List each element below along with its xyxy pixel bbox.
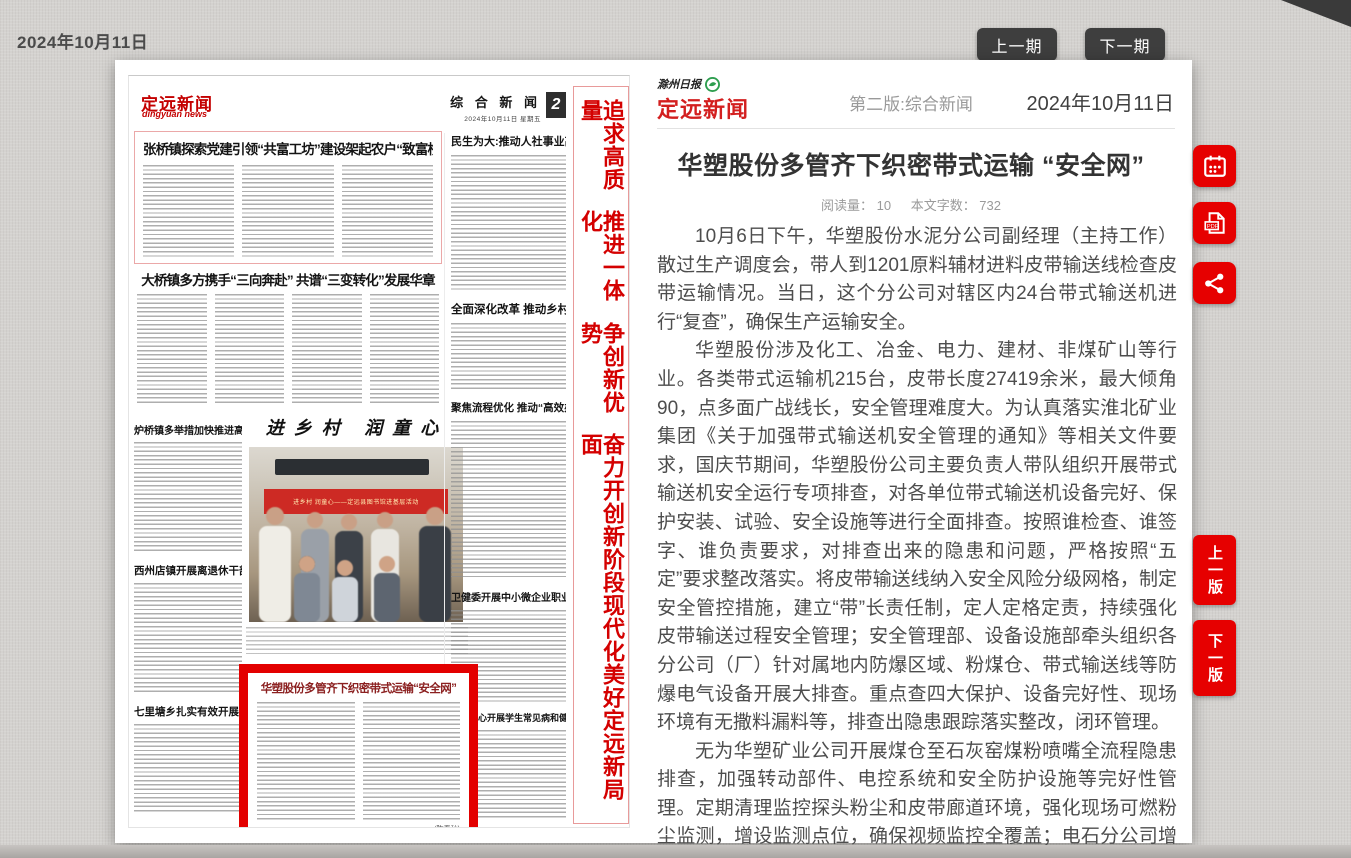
article-paragraph: 10月6日下午，华塑股份水泥分公司副经理（主持工作）散过生产调度会，带人到120… [657,223,1177,337]
people-group-illustration [249,502,463,622]
body-text-placeholder [451,323,566,389]
article-body: 10月6日下午，华塑股份水泥分公司副经理（主持工作）散过生产调度会，带人到120… [657,223,1177,858]
body-text-placeholder [451,421,566,579]
newspaper-headline: 聚焦流程优化 推动“高效办成一件事” [451,400,566,415]
article-paragraph: 无为华塑矿业公司开展煤仓至石灰窑煤粉喷嘴全流程隐患排查，加强转动部件、电控系统和… [657,738,1177,858]
newspaper-left-column: 炉桥镇多举措加快推进高标准农田建设 西州店镇开展离退休干部走访活动 七里塘乡扎实… [134,422,242,814]
slogan-part: 争创新优势 [579,322,623,433]
newspaper-section-date: 2024年10月11日 星期五 [429,113,541,123]
body-text-placeholder [215,294,285,406]
newspaper-headline: 卫健委开展中小微企业职业健康帮扶行动 [451,589,566,604]
next-issue-button[interactable]: 下一期 [1085,28,1165,61]
highlighted-article-box[interactable]: 华塑股份多管齐下织密带式运输“安全网” (陈春秋) [239,664,478,828]
prev-issue-button[interactable]: 上一期 [977,28,1057,61]
body-text-placeholder [363,702,461,820]
body-text-placeholder [342,165,433,257]
newspaper-article-columns [137,294,439,406]
slogan-part: 奋力开创新阶段现代化美好定远新局面 [579,433,623,811]
newspaper-headline: 炉桥镇多举措加快推进高标准农田建设 [134,422,242,437]
newspaper-headline: 全面深化改革 推动乡村振兴 [451,301,566,317]
vertical-slogan-strip: 追求高质量 推进一体化 争创新优势 奋力开创新阶段现代化美好定远新局面 [573,86,629,824]
newspaper-page-scan[interactable]: 定远新闻 dingyuan news 综 合 新 闻 2024年10月11日 星… [128,75,630,828]
article-paragraph: 华塑股份涉及化工、冶金、电力、建材、非煤矿山等行业。各类带式运输机215台，皮带… [657,337,1177,737]
newspaper-photo-block: 进乡村 润童心 进乡村 润童心——定远县图书馆进基层活动 [246,414,468,657]
body-text-placeholder [137,294,207,406]
calendar-icon [1202,153,1228,179]
body-text-placeholder [134,724,242,814]
word-count: 本文字数： 732 [911,198,1001,213]
share-button[interactable] [1193,262,1236,304]
newspaper-headline: 民生为大:推动人社事业高质量发展 [451,133,566,149]
newspaper-headline: 大桥镇多方携手“三向奔赴” 共谱“三变转化”发展华章 [134,269,442,289]
reader-date: 2024年10月11日 [1027,87,1175,116]
prev-page-label: 上一版 [1207,545,1222,596]
newspaper-masthead-pinyin: dingyuan news [142,109,207,119]
issue-date: 2024年10月11日 [17,28,148,53]
highlighted-article-byline: (陈春秋) [257,824,460,828]
led-sign [275,459,429,475]
article-title: 华塑股份多管齐下织密带式运输 “安全网” [630,146,1192,182]
pdf-icon: PDF [1202,210,1228,236]
newspaper-headline: 张桥镇探索党建引领“共富工坊”建设架起农户“致富桥” [143,138,433,158]
pdf-button[interactable]: PDF [1193,202,1236,244]
views-count: 阅读量： 10 [821,198,891,213]
newspaper-article-box: 张桥镇探索党建引领“共富工坊”建设架起农户“致富桥” [134,131,442,264]
share-icon [1202,271,1227,296]
newspaper-headline: 七里塘乡扎实有效开展秋收工作 [134,704,242,719]
body-text-placeholder [292,294,362,406]
newspaper-section-title: 综 合 新 闻 [429,92,541,111]
next-page-button[interactable]: 下一版 [1193,620,1236,696]
main-panel: 定远新闻 dingyuan news 综 合 新 闻 2024年10月11日 星… [115,60,1192,843]
photo-caption-placeholder [246,627,468,657]
calendar-button[interactable] [1193,145,1236,187]
body-text-placeholder [134,583,242,695]
newspaper-page-number: 2 [546,92,566,118]
slogan-part: 推进一体化 [579,210,623,321]
body-text-placeholder [370,294,440,406]
header-divider [657,128,1175,129]
bottom-edge-band [0,845,1351,858]
prev-page-button[interactable]: 上一版 [1193,535,1236,605]
article-reader: 滁州日报 定远新闻 第二版:综合新闻 2024年10月11日 华塑股份多管齐下织… [630,60,1192,843]
next-page-label: 下一版 [1207,633,1222,684]
newspaper-section-block: 综 合 新 闻 2024年10月11日 星期五 [429,92,541,123]
body-text-placeholder [451,155,566,291]
body-text-placeholder [143,165,234,257]
corner-fold-decoration [1281,0,1351,27]
newspaper-photo: 进乡村 润童心——定远县图书馆进基层活动 [249,447,463,622]
body-text-placeholder [242,165,333,257]
newspaper-headline: 西州店镇开展离退休干部走访活动 [134,563,242,578]
slogan-part: 追求高质量 [579,99,623,210]
app-root: 2024年10月11日 上一期 下一期 定远新闻 dingyuan news 综… [0,0,1351,858]
svg-text:PDF: PDF [1206,224,1218,230]
photo-calligraphy-title: 进乡村 润童心 [246,414,468,440]
article-meta: 阅读量： 10 本文字数： 732 [630,195,1192,214]
highlighted-article-headline: 华塑股份多管齐下织密带式运输“安全网” [257,680,460,696]
body-text-placeholder [134,442,242,554]
body-text-placeholder [257,702,355,820]
